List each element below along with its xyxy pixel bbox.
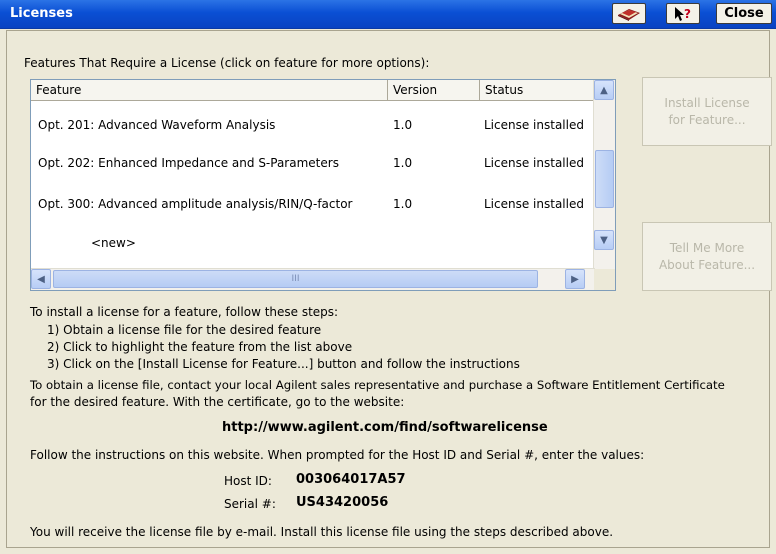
chevron-left-icon: ◀ (37, 273, 45, 285)
install-label-line2: for Feature... (668, 112, 746, 127)
final-note: You will receive the license file by e-m… (30, 525, 614, 539)
column-header-version[interactable]: Version (388, 80, 480, 100)
close-button[interactable]: Close (716, 3, 772, 24)
tell-me-more-label: Tell Me More About Feature... (659, 240, 755, 274)
host-id-label: Host ID: (224, 474, 272, 488)
tell-me-more-line1: Tell Me More (669, 240, 745, 255)
install-label-line1: Install License (664, 95, 750, 110)
scroll-left-button[interactable]: ◀ (31, 269, 51, 289)
pointer-help-icon: ? (675, 6, 691, 21)
features-list[interactable]: Feature Version Status Opt. 201: Advance… (30, 79, 616, 291)
instruction-step: 1) Obtain a license file for the desired… (47, 323, 322, 337)
feature-name: Opt. 202: Enhanced Impedance and S-Param… (38, 156, 339, 170)
list-row[interactable]: Opt. 300: Advanced amplitude analysis/RI… (31, 194, 595, 214)
scroll-down-button[interactable]: ▼ (594, 230, 614, 250)
feature-status: License installed (484, 197, 584, 211)
instruction-step: 2) Click to highlight the feature from t… (47, 340, 353, 354)
feature-status: License installed (484, 118, 584, 132)
scroll-right-button[interactable]: ▶ (565, 269, 585, 289)
feature-version: 1.0 (393, 118, 413, 132)
list-header: Feature Version Status (31, 80, 595, 101)
list-row-new[interactable]: <new> (31, 233, 595, 253)
chevron-right-icon: ▶ (571, 273, 579, 285)
obtain-text-line1: To obtain a license file, contact your l… (30, 378, 725, 392)
book-icon (618, 8, 640, 21)
tell-me-more-button[interactable]: Tell Me More About Feature... (642, 222, 772, 291)
feature-status: License installed (484, 156, 584, 170)
feature-name: Opt. 300: Advanced amplitude analysis/RI… (38, 197, 353, 211)
scroll-corner (594, 269, 615, 290)
title-bar: Licenses ? Close (0, 0, 776, 29)
window-title: Licenses (10, 6, 73, 21)
whats-this-button[interactable]: ? (666, 3, 700, 24)
instruction-step: 3) Click on the [Install License for Fea… (47, 357, 520, 371)
install-license-button[interactable]: Install License for Feature... (642, 77, 772, 146)
svg-text:?: ? (684, 7, 691, 21)
feature-name: <new> (91, 236, 136, 250)
horizontal-scroll-thumb[interactable]: III (53, 270, 538, 288)
instructions-intro: To install a license for a feature, foll… (30, 305, 339, 319)
feature-version: 1.0 (393, 197, 413, 211)
feature-version: 1.0 (393, 156, 413, 170)
obtain-text-line2: for the desired feature. With the certif… (30, 395, 405, 409)
list-row[interactable]: Opt. 201: Advanced Waveform Analysis 1.0… (31, 115, 595, 135)
horizontal-scrollbar[interactable]: ◀ III ▶ (31, 268, 595, 290)
column-header-feature[interactable]: Feature (31, 80, 388, 100)
chevron-down-icon: ▼ (600, 234, 608, 246)
scroll-up-button[interactable]: ▲ (594, 80, 614, 100)
tell-me-more-line2: About Feature... (658, 257, 756, 272)
list-row[interactable]: Opt. 202: Enhanced Impedance and S-Param… (31, 153, 595, 173)
feature-name: Opt. 201: Advanced Waveform Analysis (38, 118, 276, 132)
host-id-value: 003064017A57 (296, 472, 406, 487)
chevron-up-icon: ▲ (600, 84, 608, 96)
vertical-scrollbar[interactable]: ▲ ▼ (593, 80, 615, 270)
serial-label: Serial #: (224, 497, 276, 511)
help-book-button[interactable] (612, 3, 646, 24)
serial-value: US43420056 (296, 495, 389, 510)
license-website-url: http://www.agilent.com/find/softwarelice… (222, 420, 548, 435)
features-section-label: Features That Require a License (click o… (24, 56, 430, 70)
column-header-status[interactable]: Status (480, 80, 595, 100)
follow-instructions-text: Follow the instructions on this website.… (30, 448, 645, 462)
vertical-scroll-thumb[interactable] (595, 150, 614, 208)
install-license-label: Install License for Feature... (664, 95, 749, 129)
